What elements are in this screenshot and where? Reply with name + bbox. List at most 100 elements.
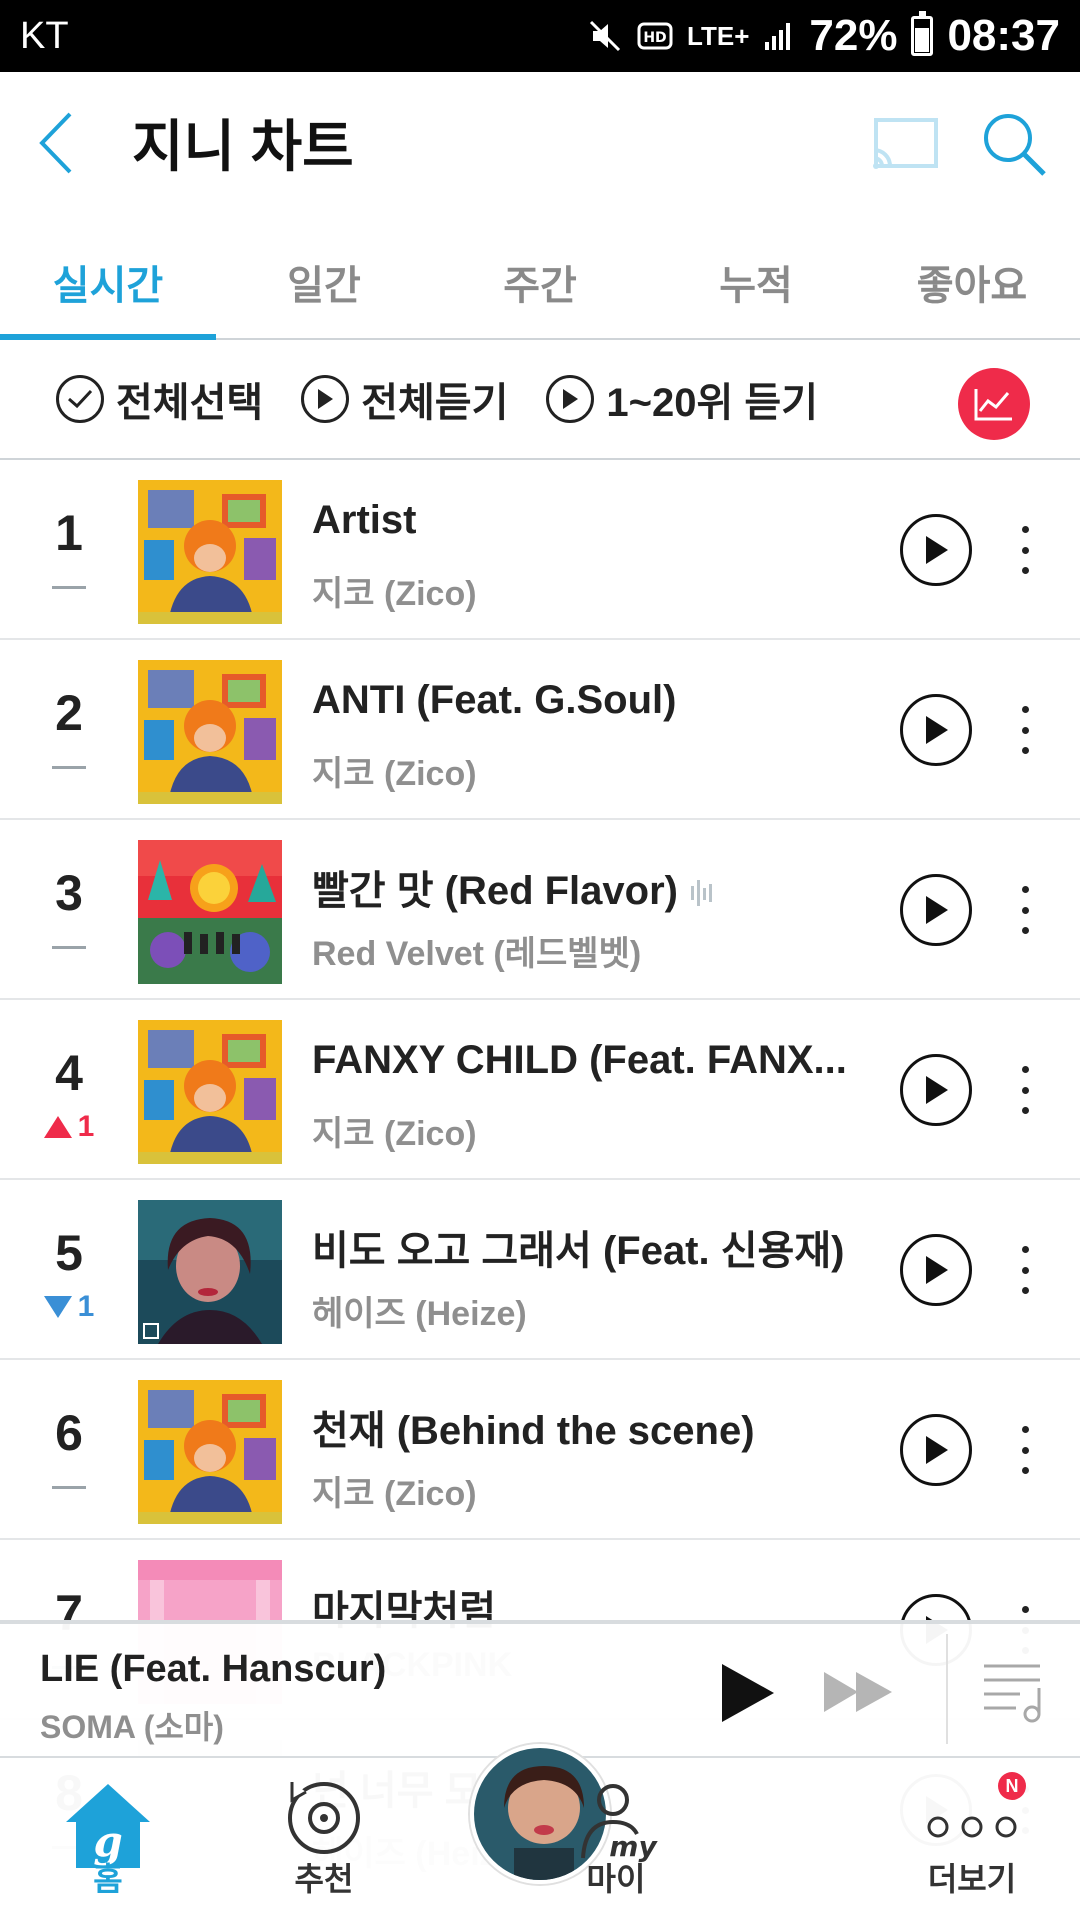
song-artist[interactable]: 지코 (Zico) <box>312 1106 477 1155</box>
play-button[interactable] <box>900 874 972 946</box>
signal-icon <box>765 23 791 50</box>
rank-change-none <box>34 572 104 602</box>
arrow-down-icon <box>43 1296 72 1318</box>
mini-player[interactable]: LIE (Feat. Hanscur) SOMA (소마) <box>0 1620 1080 1756</box>
nav-home[interactable]: g 홈 <box>18 1758 198 1920</box>
tab-realtime[interactable]: 실시간 <box>0 226 216 340</box>
song-title[interactable]: FANXY CHILD (Feat. FANX... <box>312 1038 852 1083</box>
album-cover[interactable] <box>138 1200 282 1344</box>
tab-cumulative[interactable]: 누적 <box>648 226 864 338</box>
play-all-button[interactable]: 전체듣기 <box>301 370 508 428</box>
play-top20-button[interactable]: 1~20위 듣기 <box>546 370 818 428</box>
nav-more[interactable]: N 더보기 <box>882 1758 1062 1920</box>
fast-forward-icon[interactable] <box>822 1670 894 1714</box>
dot <box>1021 1086 1029 1094</box>
chart-row[interactable]: 2 ANTI (Feat. G.Soul) 지코 (Zico) <box>0 640 1080 820</box>
song-artist[interactable]: Red Velvet (레드벨벳) <box>312 926 641 975</box>
hd-icon: HD <box>637 22 673 50</box>
play-circle-icon <box>301 375 350 423</box>
carrier-label: KT <box>20 14 69 57</box>
select-all-button[interactable]: 전체선택 <box>56 370 263 428</box>
dot <box>1021 1287 1029 1294</box>
chart-row[interactable]: 6 천재 (Behind the scene) 지코 (Zico) <box>0 1360 1080 1540</box>
dot <box>1021 706 1029 713</box>
play-button[interactable] <box>900 1054 972 1126</box>
play-button[interactable] <box>900 1414 972 1486</box>
rank-change-none <box>34 1472 104 1502</box>
song-title[interactable]: ANTI (Feat. G.Soul) <box>312 678 852 723</box>
dot <box>1021 546 1029 554</box>
rank-number: 6 <box>55 1405 83 1461</box>
battery-percent: 72% <box>809 11 898 60</box>
song-title[interactable]: 비도 오고 그래서 (Feat. 신용재) <box>312 1218 852 1276</box>
more-options-button[interactable] <box>1012 880 1038 940</box>
no-change-dash <box>52 945 86 949</box>
chart-row[interactable]: 1 Artist 지코 (Zico) <box>0 460 1080 640</box>
search-icon[interactable] <box>980 110 1048 178</box>
play-icon <box>926 536 948 564</box>
play-button[interactable] <box>900 694 972 766</box>
mute-icon <box>589 20 621 52</box>
more-options-button[interactable] <box>1012 520 1038 580</box>
user-icon: my <box>581 1784 658 1863</box>
chart-row[interactable]: 4 1 FANXY CHILD (Feat. FANX... 지코 (Zico) <box>0 1000 1080 1180</box>
svg-text:HD: HD <box>643 30 666 46</box>
new-badge: N <box>998 1772 1026 1800</box>
rank-number: 5 <box>55 1225 83 1281</box>
album-cover[interactable] <box>138 1020 282 1164</box>
dot <box>1021 906 1029 914</box>
playlist-icon[interactable] <box>980 1660 1048 1724</box>
song-title[interactable]: Artist <box>312 498 852 543</box>
dot <box>1021 1446 1029 1454</box>
cast-icon[interactable] <box>870 116 940 172</box>
line-chart-icon <box>974 389 1012 421</box>
song-title-text: Artist <box>312 498 417 542</box>
song-title[interactable]: 천재 (Behind the scene) <box>312 1398 852 1456</box>
clock: 08:37 <box>947 11 1060 60</box>
rank-number: 3 <box>55 865 83 921</box>
album-cover[interactable] <box>138 480 282 624</box>
more-options-button[interactable] <box>1012 700 1038 760</box>
song-artist[interactable]: 지코 (Zico) <box>312 746 477 795</box>
dot <box>1021 1246 1029 1253</box>
song-title[interactable]: 빨간 맛 (Red Flavor) <box>312 858 852 916</box>
more-options-button[interactable] <box>1012 1240 1038 1300</box>
tab-weekly[interactable]: 주간 <box>432 226 648 338</box>
divider <box>946 1634 948 1744</box>
dot <box>1021 567 1029 574</box>
song-artist[interactable]: 지코 (Zico) <box>312 1466 477 1515</box>
now-playing-artist: SOMA (소마) <box>40 1709 224 1745</box>
chart-row[interactable]: 3 빨간 맛 (Red Flavor) Red Velvet (레드벨벳) <box>0 820 1080 1000</box>
album-cover[interactable] <box>138 1380 282 1524</box>
play-all-label: 전체듣기 <box>361 381 509 425</box>
back-icon[interactable] <box>34 108 84 178</box>
play-icon <box>926 716 948 744</box>
more-options-button[interactable] <box>1012 1060 1038 1120</box>
bottom-nav: g 홈 추천 my 마이 N 더보기 <box>0 1744 1080 1920</box>
dot <box>1021 1426 1029 1433</box>
play-button[interactable] <box>900 514 972 586</box>
dot <box>1021 1467 1029 1474</box>
more-dots-icon <box>927 1816 1017 1838</box>
chart-graph-button[interactable] <box>958 368 1030 440</box>
more-options-button[interactable] <box>1012 1420 1038 1480</box>
tab-likes[interactable]: 좋아요 <box>864 226 1080 338</box>
rank-number: 1 <box>55 505 83 561</box>
chart-row[interactable]: 5 1 비도 오고 그래서 (Feat. 신용재) 헤이즈 (Heize) <box>0 1180 1080 1360</box>
dot <box>1021 927 1029 934</box>
song-artist[interactable]: 지코 (Zico) <box>312 566 477 615</box>
rank-change-up: 1 <box>34 1110 104 1143</box>
status-indicators: HD LTE+ 72% 08:37 <box>587 11 1060 61</box>
play-icon <box>926 1256 948 1284</box>
nav-my[interactable]: my 마이 <box>526 1758 706 1920</box>
dot <box>1021 886 1029 893</box>
tab-daily[interactable]: 일간 <box>216 226 432 338</box>
nav-more-label: 더보기 <box>927 1861 1017 1897</box>
play-icon[interactable] <box>718 1662 776 1724</box>
album-cover[interactable] <box>138 660 282 804</box>
album-cover[interactable] <box>138 840 282 984</box>
nav-recommend[interactable]: 추천 <box>234 1758 414 1920</box>
dot <box>1021 747 1029 754</box>
play-button[interactable] <box>900 1234 972 1306</box>
song-artist[interactable]: 헤이즈 (Heize) <box>312 1286 527 1335</box>
